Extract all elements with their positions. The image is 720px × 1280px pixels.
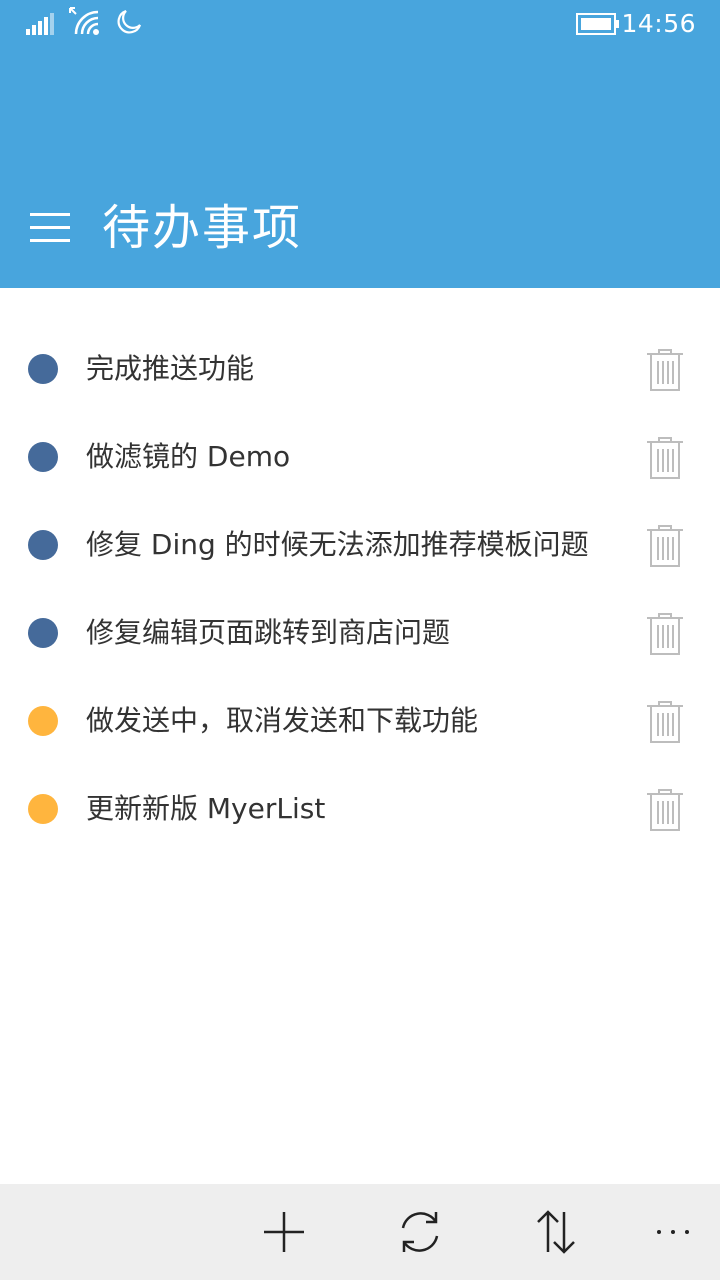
todo-text: 更新新版 MyerList xyxy=(86,792,326,825)
todo-text: 修复编辑页面跳转到商店问题 xyxy=(86,616,451,649)
todo-text: 做发送中，取消发送和下载功能 xyxy=(86,704,479,737)
todo-color-dot xyxy=(28,442,58,472)
status-bar: 14:56 xyxy=(0,0,720,48)
status-time: 14:56 xyxy=(621,9,696,38)
quiet-hours-icon xyxy=(117,9,142,34)
todo-color-dot xyxy=(28,706,58,736)
todo-list: 完成推送功能 做滤镜的 Demo 修复 Ding 的时候无法添加推荐模板问题 修… xyxy=(0,326,720,854)
battery-icon xyxy=(576,13,619,35)
page-title: 待办事项 xyxy=(102,200,303,256)
todo-color-dot xyxy=(28,354,58,384)
todo-text: 修复 Ding 的时候无法添加推荐模板问题 xyxy=(86,528,589,561)
hamburger-menu-icon[interactable] xyxy=(30,213,70,243)
delete-icon[interactable] xyxy=(646,612,684,656)
wifi-icon xyxy=(69,7,99,35)
todo-item[interactable]: 完成推送功能 xyxy=(0,326,720,414)
add-icon[interactable] xyxy=(258,1206,310,1258)
delete-icon[interactable] xyxy=(646,436,684,480)
delete-icon[interactable] xyxy=(646,700,684,744)
todo-item[interactable]: 做发送中，取消发送和下载功能 xyxy=(0,678,720,766)
sort-icon[interactable] xyxy=(530,1206,582,1258)
signal-icon xyxy=(26,13,54,35)
todo-item[interactable]: 更新新版 MyerList xyxy=(0,766,720,854)
todo-color-dot xyxy=(28,530,58,560)
todo-text: 做滤镜的 Demo xyxy=(86,440,291,473)
todo-item[interactable]: 修复 Ding 的时候无法添加推荐模板问题 xyxy=(0,502,720,590)
sync-icon[interactable] xyxy=(394,1206,446,1258)
delete-icon[interactable] xyxy=(646,788,684,832)
todo-item[interactable]: 修复编辑页面跳转到商店问题 xyxy=(0,590,720,678)
todo-text: 完成推送功能 xyxy=(86,352,255,385)
todo-color-dot xyxy=(28,794,58,824)
app-bar xyxy=(0,1184,720,1280)
todo-item[interactable]: 做滤镜的 Demo xyxy=(0,414,720,502)
delete-icon[interactable] xyxy=(646,348,684,392)
header: 14:56 待办事项 xyxy=(0,0,720,288)
delete-icon[interactable] xyxy=(646,524,684,568)
todo-color-dot xyxy=(28,618,58,648)
more-icon[interactable] xyxy=(650,1206,696,1258)
